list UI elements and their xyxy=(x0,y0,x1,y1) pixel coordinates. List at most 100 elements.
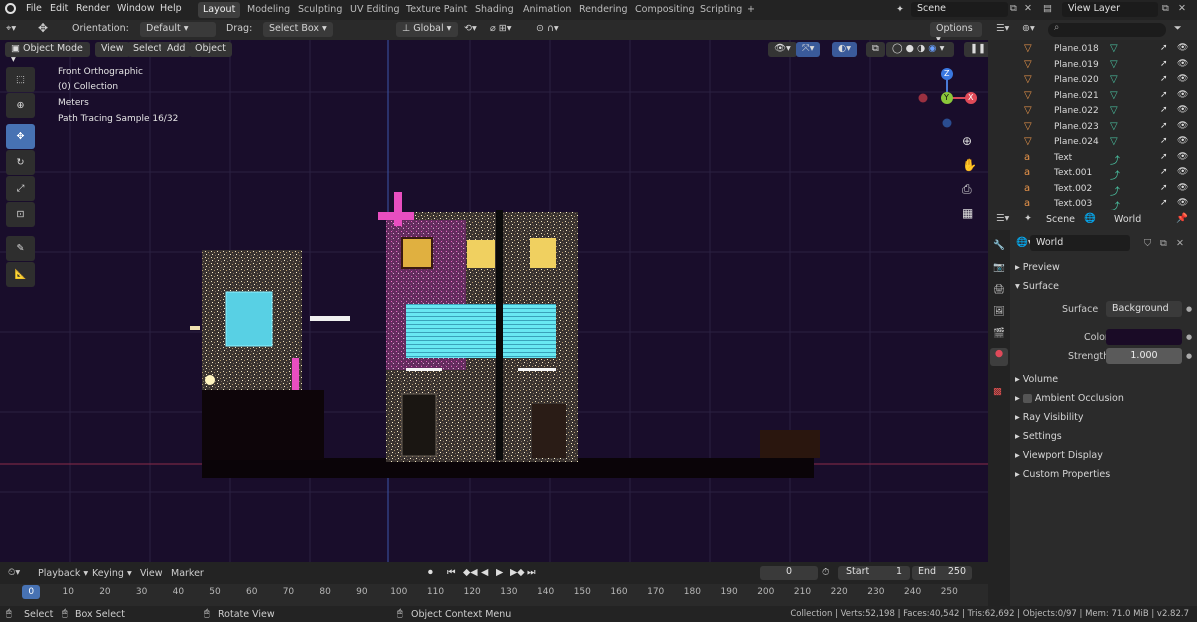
outliner-search-input[interactable] xyxy=(1048,23,1166,37)
visibility-eye-icon[interactable]: 👁 xyxy=(1177,121,1188,131)
menu-edit[interactable]: Edit xyxy=(50,3,68,14)
panel-preview[interactable]: ▸ Preview xyxy=(1015,262,1060,273)
visibility-eye-icon[interactable]: 👁 xyxy=(1177,152,1188,162)
mesh-data-icon[interactable]: ▽ xyxy=(1110,105,1118,116)
menu-keying[interactable]: Keying ▾ xyxy=(92,568,132,579)
snap-icon[interactable]: ⌀ ⊞▾ xyxy=(490,23,511,34)
selectable-icon[interactable]: ➚ xyxy=(1160,152,1168,162)
selectable-icon[interactable]: ➚ xyxy=(1160,167,1168,177)
tab-compositing[interactable]: Compositing xyxy=(630,2,700,18)
pin-icon[interactable]: 📌 xyxy=(1176,213,1188,224)
world-color-swatch[interactable] xyxy=(1106,329,1182,345)
world-name-field[interactable]: World xyxy=(1030,235,1130,251)
mesh-data-icon[interactable]: ▽ xyxy=(1110,74,1118,85)
display-mode-icon[interactable]: ⊚▾ xyxy=(1022,23,1035,34)
outliner[interactable]: ☰▾ ⊚▾ ⌕ ⏷ ▽ Plane.018 ▽ ➚ 👁 ▽ Plane.019 ▽ ➚ 👁 ▽ Pla… xyxy=(988,20,1197,213)
xray-toggle[interactable]: ⧉ xyxy=(866,42,885,57)
pivot-point-icon[interactable]: ⟲▾ xyxy=(464,23,477,34)
start-frame-field[interactable]: Start 1 xyxy=(838,566,910,580)
annotate-tool[interactable]: ✎ xyxy=(6,236,35,261)
surface-socket-icon[interactable]: ● xyxy=(1186,305,1192,313)
fake-user-icon[interactable]: ⛉ xyxy=(1144,238,1151,249)
selectable-icon[interactable]: ➚ xyxy=(1160,105,1168,115)
new-world-icon[interactable]: ⧉ xyxy=(1160,238,1167,249)
outliner-item[interactable]: a Text ⤴ ➚ 👁 xyxy=(988,151,1197,167)
curve-data-icon[interactable]: ⤴ xyxy=(1110,152,1120,167)
proportional-edit-icon[interactable]: ⊙ ∩▾ xyxy=(536,23,559,34)
menu-timeline-view[interactable]: View xyxy=(140,568,163,579)
visibility-dropdown[interactable]: 👁▾ xyxy=(768,42,797,57)
mesh-data-icon[interactable]: ▽ xyxy=(1110,136,1118,147)
curve-data-icon[interactable]: ⤴ xyxy=(1110,167,1120,182)
panel-custom-properties[interactable]: ▸ Custom Properties xyxy=(1015,469,1110,480)
gizmo-toggle[interactable]: ⤧▾ xyxy=(796,42,821,57)
prev-keyframe-icon[interactable]: ◆◀ xyxy=(463,567,478,578)
tab-uv-editing[interactable]: UV Editing xyxy=(345,2,405,18)
tab-shading[interactable]: Shading xyxy=(470,2,519,18)
transform-tool[interactable]: ⊡ xyxy=(6,202,35,227)
strength-socket-icon[interactable]: ● xyxy=(1186,352,1192,360)
next-keyframe-icon[interactable]: ▶◆ xyxy=(510,567,525,578)
play-icon[interactable]: ▶ xyxy=(496,567,503,578)
mesh-data-icon[interactable]: ▽ xyxy=(1110,90,1118,101)
timeline-editor-type-icon[interactable]: ⏲▾ xyxy=(8,567,20,578)
outliner-item[interactable]: ▽ Plane.022 ▽ ➚ 👁 xyxy=(988,104,1197,120)
panel-settings[interactable]: ▸ Settings xyxy=(1015,431,1062,442)
filter-icon[interactable]: ⏷ xyxy=(1174,23,1182,34)
outliner-editor-type-icon[interactable]: ☰▾ xyxy=(996,23,1009,34)
outliner-item[interactable]: ▽ Plane.020 ▽ ➚ 👁 xyxy=(988,73,1197,89)
tab-animation[interactable]: Animation xyxy=(518,2,576,18)
clock-icon[interactable]: ⏱ xyxy=(822,567,829,578)
outliner-item[interactable]: ▽ Plane.023 ▽ ➚ 👁 xyxy=(988,120,1197,136)
tab-scripting[interactable]: Scripting xyxy=(695,2,747,18)
tab-render-icon[interactable]: 📷 xyxy=(993,262,1005,273)
menu-window[interactable]: Window xyxy=(117,3,154,14)
panel-volume[interactable]: ▸ Volume xyxy=(1015,374,1058,385)
visibility-eye-icon[interactable]: 👁 xyxy=(1177,136,1188,146)
tab-modeling[interactable]: Modeling xyxy=(242,2,295,18)
visibility-eye-icon[interactable]: 👁 xyxy=(1177,59,1188,69)
menu-object[interactable]: Object xyxy=(189,42,232,57)
unlink-world-icon[interactable]: ✕ xyxy=(1176,238,1184,249)
move-tool[interactable]: ✥ xyxy=(6,124,35,149)
menu-render[interactable]: Render xyxy=(76,3,110,14)
mesh-data-icon[interactable]: ▽ xyxy=(1110,43,1118,54)
panel-viewport-display[interactable]: ▸ Viewport Display xyxy=(1015,450,1103,461)
transform-orientation-dropdown[interactable]: ⊥ Global ▾ xyxy=(396,22,458,37)
breadcrumb-scene[interactable]: Scene xyxy=(1046,214,1075,225)
scale-tool[interactable]: ⤢ xyxy=(6,176,35,201)
tab-world-icon[interactable]: ● xyxy=(990,348,1008,366)
outliner-item[interactable]: ▽ Plane.019 ▽ ➚ 👁 xyxy=(988,58,1197,74)
copy-scene-icon[interactable]: ⧉ xyxy=(1010,3,1017,14)
menu-playback[interactable]: Playback ▾ xyxy=(38,568,88,579)
camera-icon[interactable]: ⎙ xyxy=(962,182,972,197)
breadcrumb-world[interactable]: World xyxy=(1114,214,1141,225)
mesh-data-icon[interactable]: ▽ xyxy=(1110,121,1118,132)
jump-end-icon[interactable]: ⏭ xyxy=(527,567,536,578)
color-socket-icon[interactable]: ● xyxy=(1186,333,1192,341)
scene-selector[interactable]: Scene xyxy=(911,2,1008,17)
current-frame-field[interactable]: 0 xyxy=(760,566,818,580)
curve-data-icon[interactable]: ⤴ xyxy=(1110,183,1120,198)
tab-output-icon[interactable]: 🖨 xyxy=(993,284,1005,295)
outliner-item[interactable]: a Text.002 ⤴ ➚ 👁 xyxy=(988,182,1197,198)
mode-dropdown[interactable]: ▣ Object Mode ▾ xyxy=(5,42,90,65)
record-icon[interactable]: ⏺ xyxy=(428,567,433,578)
copy-view-layer-icon[interactable]: ⧉ xyxy=(1162,3,1169,14)
menu-file[interactable]: File xyxy=(26,3,42,14)
options-dropdown[interactable]: Options ▾ xyxy=(930,22,982,45)
visibility-eye-icon[interactable]: 👁 xyxy=(1177,183,1188,193)
surface-shader-dropdown[interactable]: Background xyxy=(1106,301,1182,317)
visibility-eye-icon[interactable]: 👁 xyxy=(1177,90,1188,100)
pan-hand-icon[interactable]: ✋ xyxy=(962,158,977,172)
properties-editor-type-icon[interactable]: ☰▾ xyxy=(996,213,1009,224)
orientation-dropdown[interactable]: Default ▾ xyxy=(140,22,216,37)
drag-dropdown[interactable]: Select Box ▾ xyxy=(263,22,333,37)
rotate-tool[interactable]: ↻ xyxy=(6,150,35,175)
selectable-icon[interactable]: ➚ xyxy=(1160,74,1168,84)
menu-help[interactable]: Help xyxy=(160,3,182,14)
view-layer-selector[interactable]: View Layer xyxy=(1062,2,1158,17)
shading-modes[interactable]: ◯ ● ◑ ◉ ▾ xyxy=(886,42,954,57)
play-reverse-icon[interactable]: ◀ xyxy=(481,567,488,578)
selectable-icon[interactable]: ➚ xyxy=(1160,183,1168,193)
